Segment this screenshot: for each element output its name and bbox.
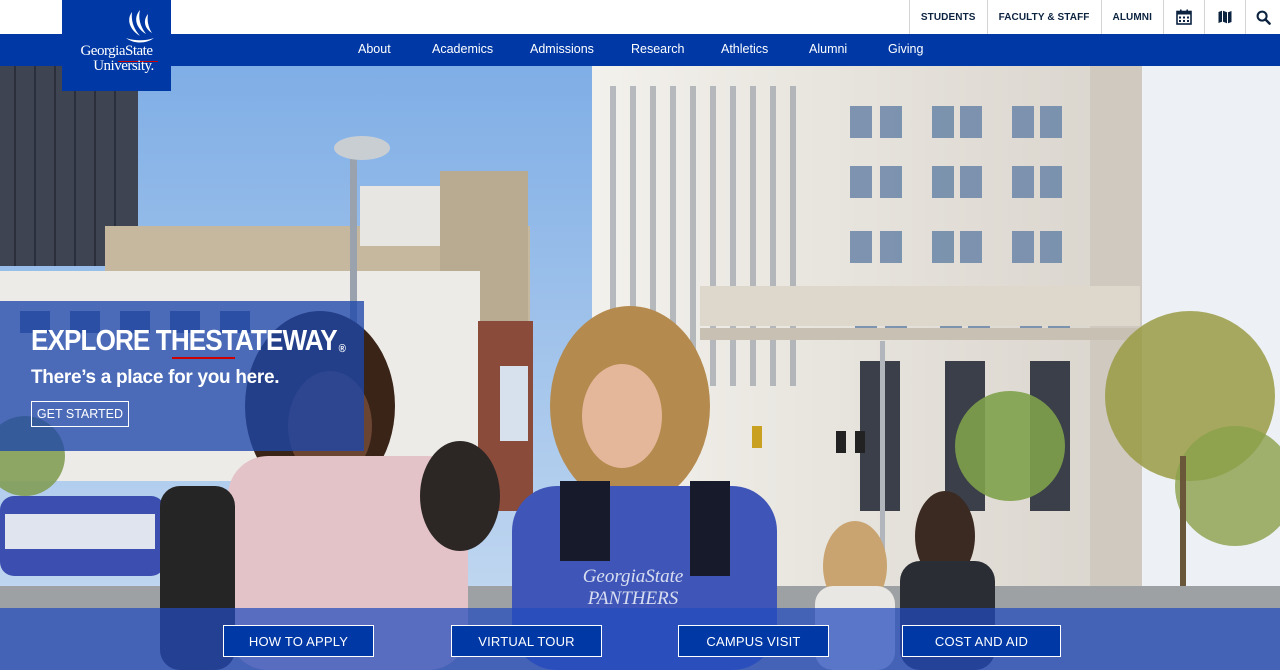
utility-links: STUDENTS FACULTY & STAFF ALUMNI bbox=[908, 0, 1280, 34]
search-icon[interactable] bbox=[1245, 0, 1280, 34]
nav-about[interactable]: About bbox=[358, 34, 391, 66]
explore-heading: EXPLORE THESTATEWAY ® bbox=[31, 325, 346, 358]
quick-actions-bar: HOW TO APPLY VIRTUAL TOUR CAMPUS VISIT C… bbox=[0, 608, 1280, 670]
logo-line-2: University. bbox=[93, 58, 154, 74]
nav-giving[interactable]: Giving bbox=[888, 34, 923, 66]
logo-line-1: GeorgiaState bbox=[80, 43, 153, 59]
nav-athletics[interactable]: Athletics bbox=[721, 34, 768, 66]
students-link[interactable]: STUDENTS bbox=[908, 0, 987, 34]
hero-banner: GeorgiaState PANTHERS EXPLORE THESTATEWA… bbox=[0, 66, 1280, 670]
sweatshirt-print: GeorgiaState PANTHERS bbox=[582, 566, 684, 609]
nav-academics[interactable]: Academics bbox=[432, 34, 493, 66]
registered-mark: ® bbox=[338, 343, 346, 355]
explore-subtitle: There’s a place for you here. bbox=[31, 367, 280, 388]
explore-panel: EXPLORE THESTATEWAY ® There’s a place for… bbox=[0, 301, 364, 451]
stateway-underline bbox=[172, 357, 235, 359]
get-started-button[interactable]: GET STARTED bbox=[31, 401, 129, 427]
map-icon[interactable] bbox=[1204, 0, 1245, 34]
calendar-icon[interactable] bbox=[1163, 0, 1204, 34]
faculty-staff-link[interactable]: FACULTY & STAFF bbox=[986, 0, 1101, 34]
main-nav: About Academics Admissions Research Athl… bbox=[0, 34, 1280, 66]
cost-and-aid-button[interactable]: COST AND AID bbox=[902, 625, 1061, 657]
flame-logo-icon bbox=[126, 10, 154, 43]
nav-alumni[interactable]: Alumni bbox=[809, 34, 847, 66]
how-to-apply-button[interactable]: HOW TO APPLY bbox=[223, 625, 374, 657]
gsu-logo[interactable]: GeorgiaState University. bbox=[62, 0, 171, 91]
campus-visit-button[interactable]: CAMPUS VISIT bbox=[678, 625, 829, 657]
explore-heading-text: EXPLORE THESTATEWAY bbox=[31, 325, 338, 357]
alumni-link[interactable]: ALUMNI bbox=[1100, 0, 1163, 34]
nav-admissions[interactable]: Admissions bbox=[530, 34, 594, 66]
nav-research[interactable]: Research bbox=[631, 34, 685, 66]
virtual-tour-button[interactable]: VIRTUAL TOUR bbox=[451, 625, 602, 657]
utility-bar: STUDENTS FACULTY & STAFF ALUMNI bbox=[0, 0, 1280, 34]
